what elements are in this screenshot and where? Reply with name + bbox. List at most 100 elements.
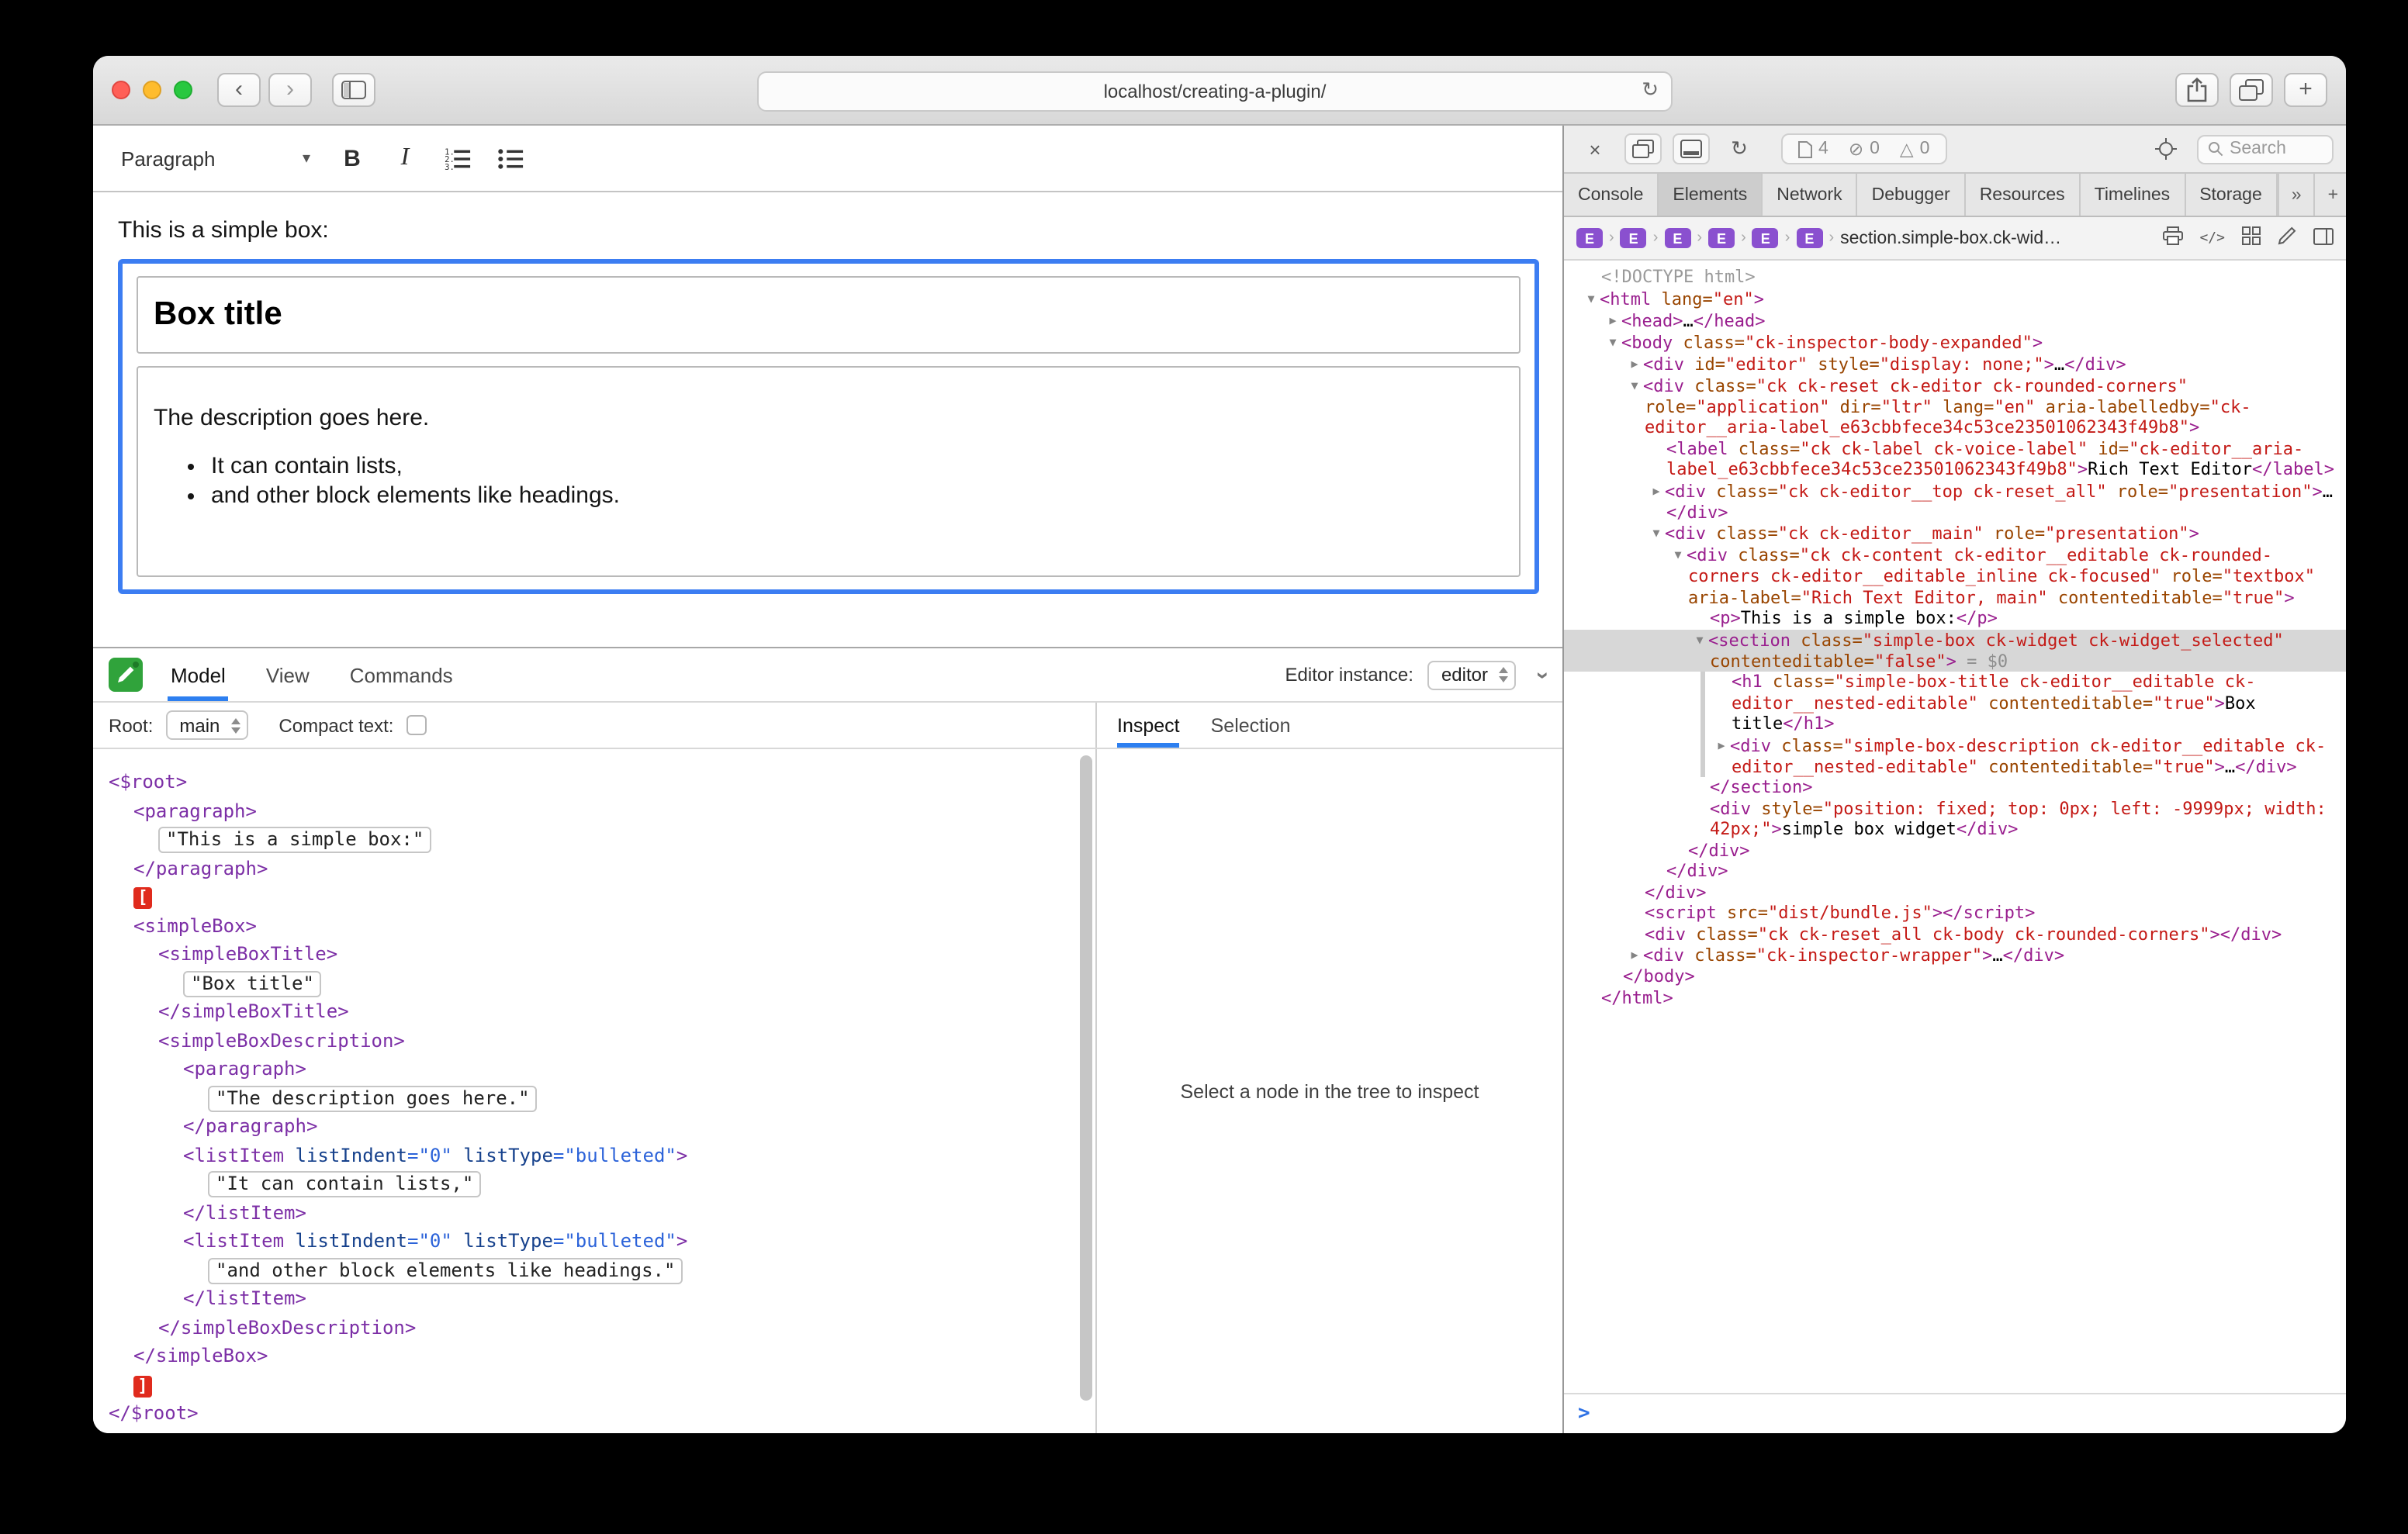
breadcrumb-element-chip[interactable]: E xyxy=(1621,228,1647,248)
error-count-badge[interactable]: ⊘ 0 xyxy=(1849,138,1880,160)
dom-tree-line[interactable]: ▼<html lang="en"> xyxy=(1564,288,2346,309)
model-tree-line[interactable]: ] xyxy=(93,1370,1095,1399)
collapse-arrow-icon[interactable]: ▼ xyxy=(1626,375,1643,396)
dom-tree-line[interactable]: ▶<div class="ck-inspector-wrapper">…</di… xyxy=(1564,945,2346,966)
close-window-button[interactable] xyxy=(112,81,130,99)
zoom-window-button[interactable] xyxy=(174,81,192,99)
reload-page-button[interactable]: ↻ xyxy=(1721,133,1758,164)
share-button[interactable] xyxy=(2175,73,2219,107)
model-tree-line[interactable]: "It can contain lists," xyxy=(93,1170,1095,1198)
model-tree-line[interactable]: <listItem listIndent="0" listType="bulle… xyxy=(93,1227,1095,1256)
warning-count-badge[interactable]: △ 0 xyxy=(1900,138,1930,160)
model-tree-line[interactable]: "and other block elements like headings.… xyxy=(93,1256,1095,1284)
inspector-tab-model[interactable]: Model xyxy=(168,648,229,701)
dom-tree-line[interactable]: ▶<div class="ck ck-editor__top ck-reset_… xyxy=(1564,480,2346,523)
scrollbar[interactable] xyxy=(1080,755,1094,1427)
model-tree-line[interactable]: "This is a simple box:" xyxy=(93,825,1095,854)
model-tree-line[interactable]: </listItem> xyxy=(93,1198,1095,1227)
dom-tree-line[interactable]: ▼<div class="ck ck-reset ck-editor ck-ro… xyxy=(1564,375,2346,438)
dom-tree-line[interactable]: <p>This is a simple box:</p> xyxy=(1564,608,2346,629)
resource-count-badge[interactable]: 4 xyxy=(1798,140,1828,158)
devtools-tab-elements[interactable]: Elements xyxy=(1659,174,1763,216)
model-tree-line[interactable]: <simpleBox> xyxy=(93,911,1095,940)
devtools-tab-network[interactable]: Network xyxy=(1763,174,1857,216)
reload-icon[interactable]: ↻ xyxy=(1642,78,1659,102)
devtools-tab-resources[interactable]: Resources xyxy=(1966,174,2081,216)
address-bar[interactable]: localhost/creating-a-plugin/ ↻ xyxy=(757,71,1673,112)
model-tree-line[interactable]: </listItem> xyxy=(93,1284,1095,1313)
bold-button[interactable]: B xyxy=(329,136,375,180)
dom-tree-line[interactable]: </div> xyxy=(1564,861,2346,882)
expand-arrow-icon[interactable]: ▶ xyxy=(1648,480,1665,501)
dom-tree-line[interactable]: ▼<body class="ck-inspector-body-expanded… xyxy=(1564,331,2346,353)
model-tree-line[interactable]: </simpleBox> xyxy=(93,1342,1095,1370)
model-tree-line[interactable]: [ xyxy=(93,883,1095,911)
model-tree-line[interactable]: "The description goes here." xyxy=(93,1083,1095,1112)
dom-tree-line[interactable]: </html> xyxy=(1564,987,2346,1008)
titlebar[interactable]: ‹ › localhost/creating-a-plugin/ ↻ + xyxy=(93,56,2346,126)
inspect-tab-selection[interactable]: Selection xyxy=(1211,703,1291,748)
breadcrumb-element-chip[interactable]: E xyxy=(1708,228,1735,248)
devtools-search-field[interactable]: Search xyxy=(2197,134,2334,164)
inspect-tab-inspect[interactable]: Inspect xyxy=(1117,703,1180,748)
collapse-inspector-icon[interactable]: › xyxy=(1530,671,1556,679)
model-tree-line[interactable]: </paragraph> xyxy=(93,854,1095,883)
tab-overflow-button[interactable]: » xyxy=(2278,174,2314,216)
back-button[interactable]: ‹ xyxy=(217,73,261,107)
devtools-tab-console[interactable]: Console xyxy=(1564,174,1659,216)
scrollbar-thumb[interactable] xyxy=(1080,755,1092,1400)
expand-arrow-icon[interactable]: ▶ xyxy=(1713,734,1730,755)
model-tree-line[interactable]: <$root> xyxy=(93,768,1095,796)
dom-tree-line[interactable]: <h1 class="simple-box-title ck-editor__e… xyxy=(1564,672,2346,734)
bulleted-list-button[interactable] xyxy=(487,136,534,180)
dom-tree-line[interactable]: </section> xyxy=(1564,777,2346,798)
dom-tree-line[interactable]: </div> xyxy=(1564,882,2346,903)
dom-tree-line[interactable]: ▼<div class="ck ck-content ck-editor__ed… xyxy=(1564,544,2346,608)
dom-tree-line[interactable]: ▶<head>…</head> xyxy=(1564,309,2346,331)
dom-tree-line[interactable]: ▶<div class="simple-box-description ck-e… xyxy=(1564,734,2346,777)
new-tab-button[interactable]: + xyxy=(2284,73,2327,107)
details-sidebar-button[interactable] xyxy=(2313,227,2334,249)
sidebar-toggle-button[interactable] xyxy=(332,73,375,107)
dom-tree-line[interactable]: <div style="position: fixed; top: 0px; l… xyxy=(1564,798,2346,840)
dom-tree-line[interactable]: <div class="ck ck-reset_all ck-body ck-r… xyxy=(1564,924,2346,945)
dom-tree-line[interactable]: </body> xyxy=(1564,966,2346,987)
breadcrumb-element-chip[interactable]: E xyxy=(1796,228,1822,248)
editor-content[interactable]: This is a simple box: Box title The desc… xyxy=(93,192,1562,647)
inspector-tab-view[interactable]: View xyxy=(263,648,313,701)
dom-tree-line[interactable]: <!DOCTYPE html> xyxy=(1564,267,2346,288)
expand-arrow-icon[interactable]: ▶ xyxy=(1626,353,1643,374)
issue-badges[interactable]: 4 ⊘ 0 △ 0 xyxy=(1781,133,1946,164)
dock-bottom-button[interactable] xyxy=(1673,133,1710,164)
collapse-arrow-icon[interactable]: ▼ xyxy=(1583,288,1600,309)
devtools-tab-storage[interactable]: Storage xyxy=(2185,174,2278,216)
edit-button[interactable] xyxy=(2278,226,2296,250)
breadcrumb-selected-node[interactable]: section.simple-box.ck-wid… xyxy=(1840,229,2061,247)
model-tree-line[interactable]: </simpleBoxDescription> xyxy=(93,1313,1095,1342)
inspector-tab-commands[interactable]: Commands xyxy=(347,648,456,701)
dock-side-button[interactable] xyxy=(1624,133,1662,164)
collapse-arrow-icon[interactable]: ▼ xyxy=(1691,629,1708,650)
breadcrumb-element-chip[interactable]: E xyxy=(1664,228,1690,248)
box-description-field[interactable]: The description goes here. It can contai… xyxy=(137,366,1521,577)
dom-tree-line[interactable]: </div> xyxy=(1564,840,2346,861)
minimize-window-button[interactable] xyxy=(143,81,161,99)
model-tree-line[interactable]: "Box title" xyxy=(93,969,1095,997)
dom-tree-line[interactable]: <label class="ck ck-label ck-voice-label… xyxy=(1564,438,2346,480)
paragraph-dropdown[interactable]: Paragraph ▾ xyxy=(112,136,323,180)
numbered-list-button[interactable]: 1.2.3. xyxy=(434,136,481,180)
model-tree-line[interactable]: </simpleBoxTitle> xyxy=(93,997,1095,1026)
dom-tree-line[interactable]: ▼<div class="ck ck-editor__main" role="p… xyxy=(1564,523,2346,544)
expand-arrow-icon[interactable]: ▶ xyxy=(1604,309,1621,330)
model-tree-line[interactable]: </$root> xyxy=(93,1399,1095,1428)
dom-tree-line[interactable]: ▶<div id="editor" style="display: none;"… xyxy=(1564,353,2346,375)
editor-instance-select[interactable]: editor xyxy=(1427,660,1516,689)
collapse-arrow-icon[interactable]: ▼ xyxy=(1604,331,1621,352)
tab-overview-button[interactable] xyxy=(2230,73,2273,107)
close-devtools-button[interactable]: × xyxy=(1576,133,1614,164)
add-tab-button[interactable]: + xyxy=(2314,174,2346,216)
model-tree-line[interactable]: <paragraph> xyxy=(93,1055,1095,1083)
print-styles-button[interactable] xyxy=(2162,226,2182,250)
expand-arrow-icon[interactable]: ▶ xyxy=(1626,945,1643,966)
source-code-icon[interactable]: </> xyxy=(2199,230,2225,246)
